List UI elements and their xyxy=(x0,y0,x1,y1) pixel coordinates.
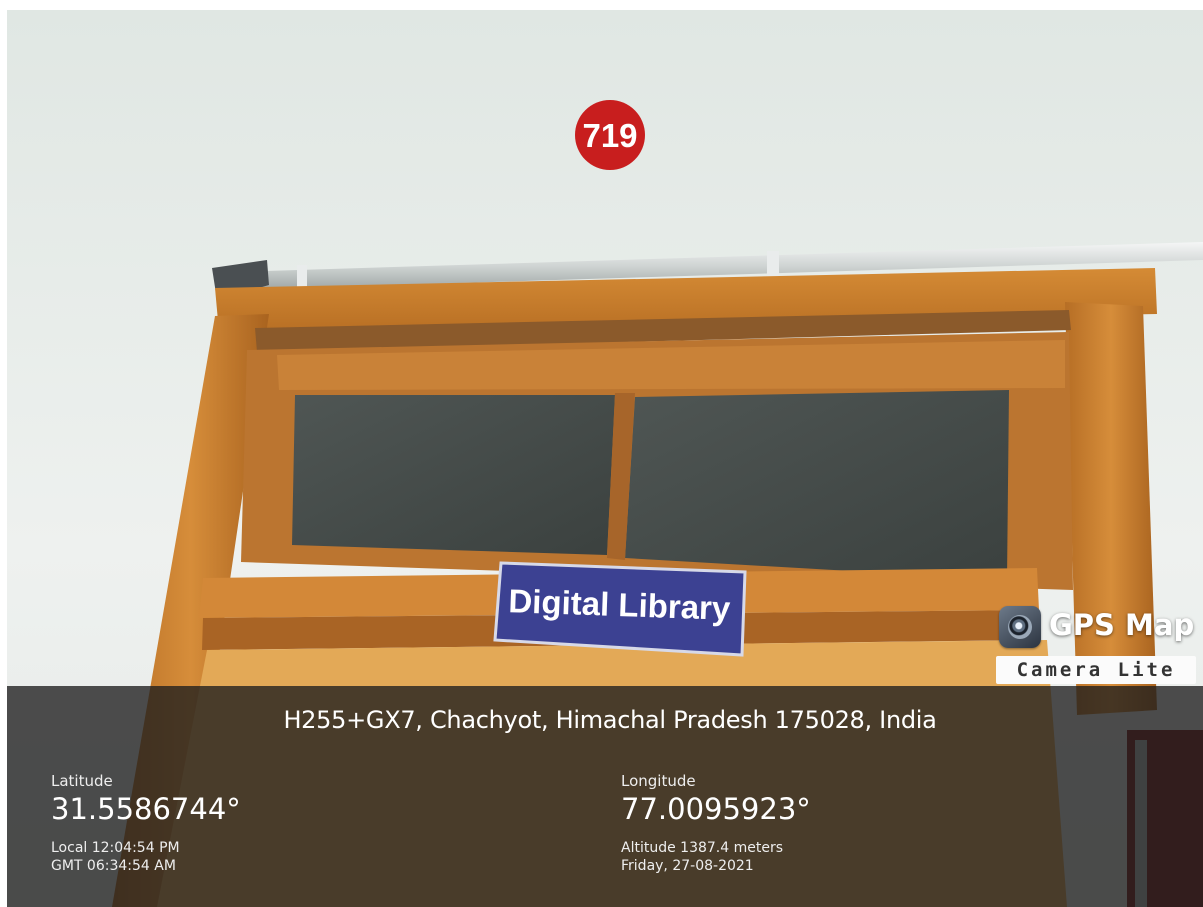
camera-lens-icon xyxy=(999,606,1041,648)
room-number-badge: 719 xyxy=(575,100,645,170)
room-number-text: 719 xyxy=(582,117,637,154)
photo-frame: 719 Digital Library GPS Map Camera Lite … xyxy=(7,10,1203,907)
longitude-value: 77.0095923° xyxy=(621,792,811,826)
latitude-block: Latitude 31.5586744° Local 12:04:54 PM G… xyxy=(51,772,551,875)
date-text: Friday, 27-08-2021 xyxy=(621,858,754,874)
watermark-subtitle: Camera Lite xyxy=(996,656,1196,684)
gmt-time: GMT 06:34:54 AM xyxy=(51,858,176,874)
altitude-text: Altitude 1387.4 meters xyxy=(621,840,783,856)
transom-window xyxy=(241,332,1073,590)
watermark-title: GPS Map xyxy=(1049,608,1195,642)
longitude-block: Longitude 77.0095923° Altitude 1387.4 me… xyxy=(621,772,1121,875)
latitude-label: Latitude xyxy=(51,772,113,790)
latitude-value: 31.5586744° xyxy=(51,792,241,826)
address-text: H255+GX7, Chachyot, Himachal Pradesh 175… xyxy=(283,706,937,734)
location-info-panel: H255+GX7, Chachyot, Himachal Pradesh 175… xyxy=(7,686,1203,907)
longitude-label: Longitude xyxy=(621,772,696,790)
sign-text: Digital Library xyxy=(508,582,732,627)
library-sign: Digital Library xyxy=(493,561,747,657)
local-time: Local 12:04:54 PM xyxy=(51,840,180,856)
app-watermark: GPS Map Camera Lite xyxy=(994,602,1203,688)
